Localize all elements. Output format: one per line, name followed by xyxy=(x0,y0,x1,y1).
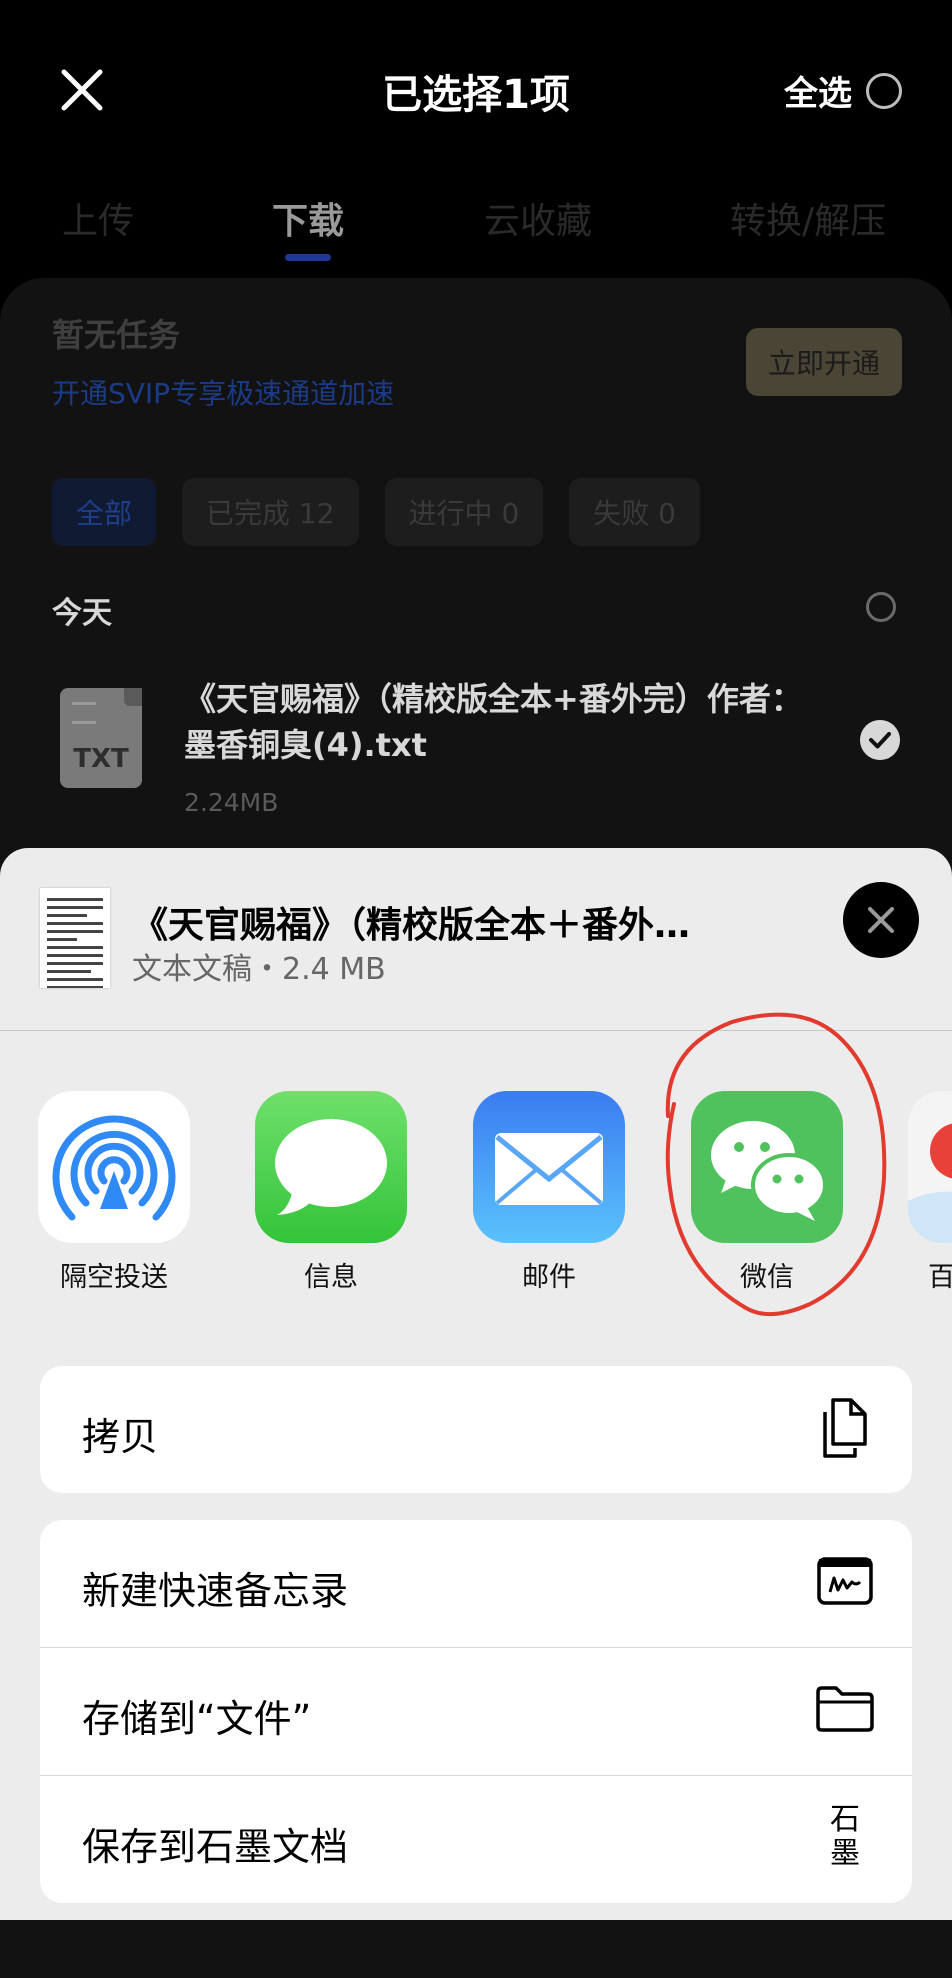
app-mail[interactable]: 邮件 xyxy=(473,1091,625,1294)
section-title-today: 今天 xyxy=(52,596,112,631)
app-label: 百 xyxy=(928,1262,952,1293)
share-file-title: 《天官赐福》（精校版全本＋番外… xyxy=(132,905,691,946)
action-label: 拷贝 xyxy=(82,1415,159,1459)
share-app-row: 隔空投送 信息 邮件 微信 百 xyxy=(0,1091,952,1311)
document-thumbnail xyxy=(40,888,110,988)
app-label: 邮件 xyxy=(522,1262,576,1293)
action-label: 新建快速备忘录 xyxy=(82,1569,349,1613)
app-wechat[interactable]: 微信 xyxy=(691,1091,843,1294)
promo-subtitle-link[interactable]: 开通SVIP专享极速通道加速 xyxy=(52,372,394,412)
action-copy[interactable]: 拷贝 xyxy=(40,1366,912,1493)
tab-active-indicator xyxy=(285,254,331,261)
quick-note-icon xyxy=(814,1550,876,1612)
copy-icon xyxy=(814,1396,876,1458)
file-size: 2.24MB xyxy=(184,788,279,817)
wechat-icon xyxy=(691,1091,843,1243)
filter-all[interactable]: 全部 xyxy=(52,478,157,546)
tab-cloud-favorites[interactable]: 云收藏 xyxy=(484,192,592,244)
tab-convert-extract[interactable]: 转换/解压 xyxy=(730,192,886,244)
select-all-button[interactable]: 全选 xyxy=(784,66,902,115)
action-save-to-shimo[interactable]: 保存到石墨文档 石墨 xyxy=(40,1776,912,1903)
app-baidu-netdisk[interactable]: 百 xyxy=(908,1091,952,1294)
checked-icon[interactable] xyxy=(860,720,900,760)
share-sheet: 《天官赐福》（精校版全本＋番外… 文本文稿・2.4 MB 隔空投送 信息 邮件 … xyxy=(0,848,952,1920)
app-label: 信息 xyxy=(304,1262,358,1293)
file-name: 《天官赐福》（精校版全本+番外完）作者：墨香铜臭(4).txt xyxy=(184,680,803,764)
app-label: 微信 xyxy=(740,1262,794,1293)
activate-now-button[interactable]: 立即开通 xyxy=(745,328,902,396)
baidu-netdisk-icon xyxy=(908,1091,952,1243)
select-all-label: 全选 xyxy=(784,74,852,114)
file-row[interactable]: TXT 《天官赐福》（精校版全本+番外完）作者：墨香铜臭(4).txt 2.24… xyxy=(0,680,952,828)
action-label: 保存到石墨文档 xyxy=(82,1825,349,1869)
share-close-button[interactable] xyxy=(843,882,919,958)
tab-download[interactable]: 下载 xyxy=(272,192,344,244)
share-file-subtitle: 文本文稿・2.4 MB xyxy=(132,952,386,987)
app-messages[interactable]: 信息 xyxy=(255,1091,407,1294)
top-bar: 已选择1项 全选 xyxy=(0,0,952,180)
folder-icon xyxy=(814,1678,876,1740)
action-quick-note[interactable]: 新建快速备忘录 xyxy=(40,1520,912,1648)
app-airdrop[interactable]: 隔空投送 xyxy=(38,1091,190,1294)
app-label: 隔空投送 xyxy=(60,1262,168,1293)
promo-title: 暂无任务 xyxy=(52,316,181,354)
action-label: 存储到“文件” xyxy=(82,1697,312,1741)
shimo-logo-text: 石墨 xyxy=(830,1802,860,1871)
mail-icon xyxy=(473,1091,625,1243)
filter-completed[interactable]: 已完成 12 xyxy=(182,478,359,546)
section-select-radio-icon[interactable] xyxy=(866,592,896,622)
filter-failed[interactable]: 失败 0 xyxy=(569,478,700,546)
filter-in-progress[interactable]: 进行中 0 xyxy=(384,478,544,546)
action-group-copy: 拷贝 xyxy=(40,1366,912,1493)
close-icon xyxy=(868,907,894,933)
tab-upload[interactable]: 上传 xyxy=(62,192,134,244)
messages-icon xyxy=(255,1091,407,1243)
select-all-radio-icon[interactable] xyxy=(866,72,902,109)
txt-file-icon: TXT xyxy=(60,688,142,788)
shimo-icon: 石墨 xyxy=(814,1802,876,1871)
tab-bar: 上传 下载 云收藏 转换/解压 xyxy=(0,192,952,262)
share-sheet-header: 《天官赐福》（精校版全本＋番外… 文本文稿・2.4 MB xyxy=(0,848,952,1031)
airdrop-icon xyxy=(38,1091,190,1243)
action-save-to-files[interactable]: 存储到“文件” xyxy=(40,1648,912,1776)
action-group-more: 新建快速备忘录 存储到“文件” 保存到石墨文档 石墨 xyxy=(40,1520,912,1903)
filter-chips: 全部 已完成 12 进行中 0 失败 0 xyxy=(52,478,700,546)
